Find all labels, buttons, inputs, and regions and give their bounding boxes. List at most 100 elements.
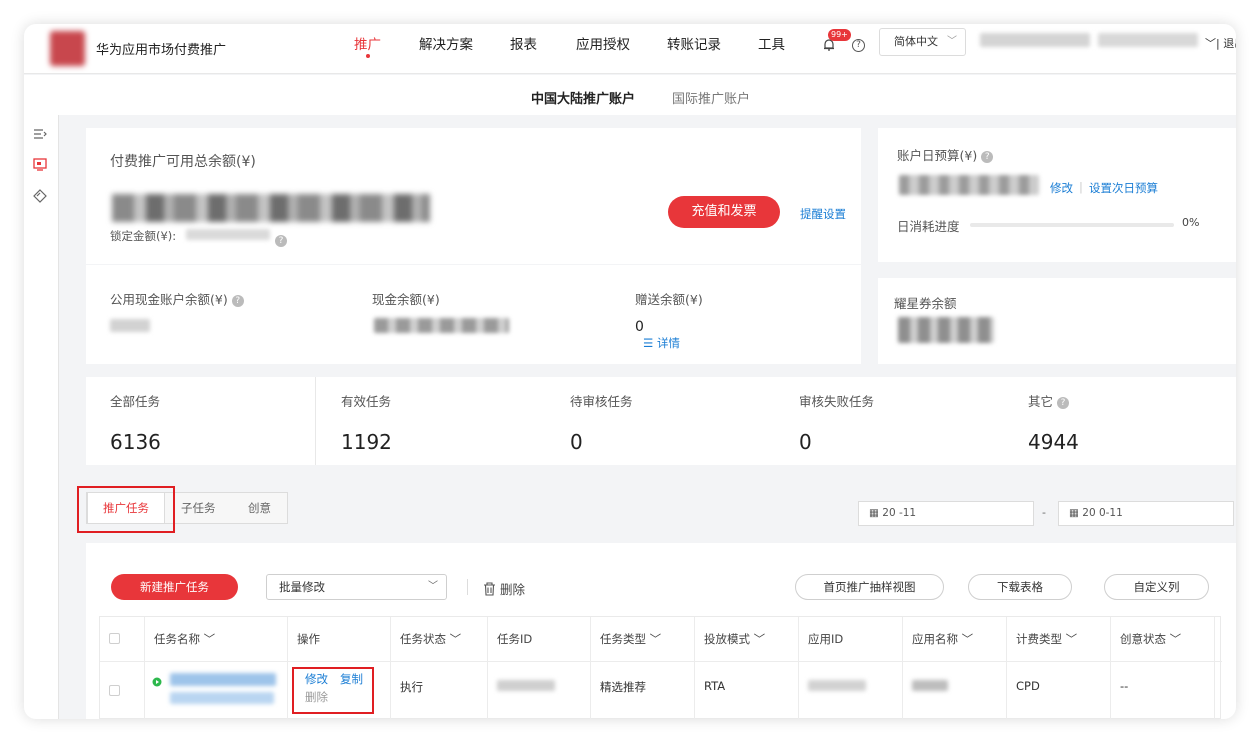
gift-balance-label: 赠送余额(¥)	[635, 292, 703, 307]
chevron-down-icon: ﹀	[1169, 632, 1182, 646]
row-task-status: 执行	[400, 680, 423, 694]
nav-app-authorization[interactable]: 应用授权	[576, 33, 630, 53]
start-date-input[interactable]: ▦ 20 -11	[858, 501, 1034, 526]
nav-tools[interactable]: 工具	[758, 33, 785, 53]
screen-icon[interactable]	[33, 157, 47, 171]
stats-divider	[315, 377, 316, 465]
logout-link[interactable]: ﹀| 退出	[1205, 35, 1236, 51]
coupon-balance-blurred	[898, 317, 994, 343]
coupon-balance-label: 耀星券余额	[894, 296, 957, 311]
daily-consumption-track	[970, 223, 1174, 227]
task-name-blurred-2	[170, 692, 274, 704]
nav-solutions[interactable]: 解决方案	[419, 33, 473, 53]
chevron-down-icon: ﹀	[961, 632, 974, 646]
chevron-down-icon: ﹀	[1065, 632, 1078, 646]
stat-valid-tasks-value: 1192	[341, 430, 392, 454]
other-help-icon[interactable]: ?	[1057, 396, 1069, 409]
stat-pending-review-label: 待审核任务	[570, 394, 633, 409]
row-checkbox[interactable]	[109, 685, 120, 696]
chevron-down-icon: ﹀	[203, 632, 216, 646]
col-task-id: 任务ID	[497, 632, 533, 646]
col-creative-status[interactable]: 创意状态 ﹀	[1110, 617, 1181, 661]
coupon-card: 耀星券余额	[878, 278, 1236, 364]
daily-consumption-label: 日消耗进度	[897, 219, 960, 234]
total-balance-value-blurred	[112, 194, 430, 222]
nav-promotion[interactable]: 推广	[354, 33, 381, 58]
col-actions: 操作	[297, 632, 320, 646]
row-delivery-mode: RTA	[704, 679, 726, 693]
row-app-id-blurred	[808, 680, 866, 691]
user-name-blurred	[1098, 33, 1198, 47]
daily-consumption-percent: 0%	[1182, 216, 1200, 229]
stat-review-failed-value: 0	[799, 430, 812, 454]
col-billing-type[interactable]: 计费类型 ﹀	[1006, 617, 1077, 661]
col-app-name[interactable]: 应用名称 ﹀	[902, 617, 973, 661]
budget-edit-link[interactable]: 修改	[1050, 180, 1073, 196]
nav-transfer-records[interactable]: 转账记录	[667, 33, 721, 53]
col-task-type[interactable]: 任务类型 ﹀	[590, 617, 661, 661]
stat-other-label: 其它 ?	[1028, 391, 1069, 410]
row-delete-link[interactable]: 删除	[305, 689, 328, 705]
top-header: 华为应用市场付费推广 推广 解决方案 报表 应用授权 转账记录 工具 99+ ?…	[24, 24, 1236, 74]
row-task-type: 精选推荐	[600, 680, 646, 694]
left-rail	[24, 115, 59, 719]
tab-promotion-tasks[interactable]: 推广任务	[87, 492, 165, 524]
sub-balances-card: 公用现金账户余额(¥) ? 现金余额(¥) 赠送余额(¥) 0 ☰ 详情	[86, 265, 861, 364]
play-icon	[152, 677, 162, 687]
help-icon[interactable]: ?	[852, 39, 865, 52]
locked-amount-blurred	[186, 229, 270, 240]
end-date-input[interactable]: ▦ 20 0-11	[1058, 501, 1234, 526]
app-logo	[50, 31, 85, 66]
row-creative-status: --	[1120, 679, 1129, 693]
row-billing-type: CPD	[1016, 679, 1040, 693]
col-task-status[interactable]: 任务状态 ﹀	[390, 617, 461, 661]
recharge-invoice-button[interactable]: 充值和发票	[668, 196, 780, 228]
list-icon: ☰	[643, 336, 654, 350]
tab-subtasks[interactable]: 子任务	[181, 493, 216, 523]
table-header-divider	[100, 661, 1222, 662]
task-type-tabs: 推广任务 子任务 创意	[86, 492, 288, 524]
next-day-budget-link[interactable]: 设置次日预算	[1089, 180, 1158, 196]
row-copy-link[interactable]: 复制	[340, 671, 363, 687]
row-app-name-blurred	[912, 680, 948, 691]
nav-reports[interactable]: 报表	[510, 33, 537, 53]
app-title: 华为应用市场付费推广	[96, 43, 227, 58]
cash-balance-blurred	[374, 318, 509, 333]
tab-creatives[interactable]: 创意	[248, 493, 271, 523]
public-cash-label: 公用现金账户余额(¥) ?	[110, 289, 244, 308]
stat-all-tasks-label: 全部任务	[110, 394, 161, 409]
daily-budget-label: 账户日预算(¥) ?	[897, 145, 994, 164]
toolbar-divider	[467, 579, 468, 595]
locked-help-icon[interactable]: ?	[275, 230, 287, 249]
new-task-button[interactable]: 新建推广任务	[111, 574, 238, 600]
stat-valid-tasks-label: 有效任务	[341, 394, 392, 409]
tab-international-account[interactable]: 国际推广账户	[672, 88, 750, 107]
calendar-icon: ▦	[869, 507, 879, 519]
diamond-icon[interactable]	[33, 189, 47, 203]
menu-collapse-icon[interactable]	[33, 127, 47, 141]
public-cash-help-icon[interactable]: ?	[231, 294, 244, 307]
budget-help-icon[interactable]: ?	[981, 150, 994, 163]
language-select[interactable]: 简体中文 ﹀	[879, 28, 966, 56]
custom-columns-button[interactable]: 自定义列	[1104, 574, 1209, 600]
chevron-down-icon: ﹀	[947, 36, 957, 47]
col-delivery-mode[interactable]: 投放模式 ﹀	[694, 617, 765, 661]
calendar-icon: ▦	[1069, 507, 1079, 519]
gift-balance-value: 0	[635, 319, 644, 335]
tab-mainland-account[interactable]: 中国大陆推广账户	[531, 88, 635, 107]
delete-button[interactable]: 删除	[483, 579, 525, 598]
row-edit-link[interactable]: 修改	[305, 671, 328, 687]
reminder-settings-link[interactable]: 提醒设置	[800, 206, 846, 222]
task-name-blurred[interactable]	[170, 673, 276, 686]
batch-edit-select[interactable]: 批量修改 ﹀	[266, 574, 447, 600]
details-link[interactable]: ☰ 详情	[643, 335, 680, 351]
chevron-down-icon: ﹀	[753, 632, 766, 646]
select-all-checkbox[interactable]	[109, 633, 120, 644]
col-task-name[interactable]: 任务名称 ﹀	[144, 617, 215, 661]
download-table-button[interactable]: 下载表格	[968, 574, 1072, 600]
balance-card: 付费推广可用总余额(¥) 锁定金额(¥): ? 充值和发票 提醒设置	[86, 128, 861, 264]
chevron-down-icon: ﹀	[428, 581, 438, 592]
stat-other-value: 4944	[1028, 430, 1079, 454]
col-app-id: 应用ID	[808, 632, 844, 646]
homepage-sample-view-button[interactable]: 首页推广抽样视图	[795, 574, 944, 600]
